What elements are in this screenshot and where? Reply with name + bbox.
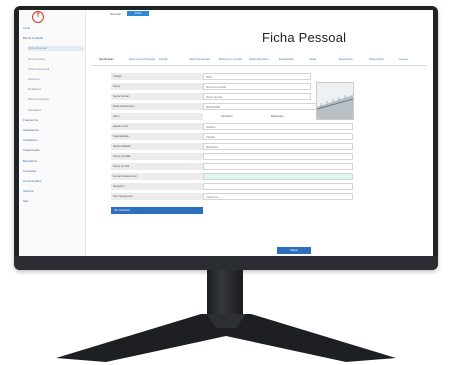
sidebar-item[interactable]: Documentos xyxy=(28,57,45,62)
form-row: Estado Civil Solteiro xyxy=(111,123,353,130)
user-name[interactable]: Servidor xyxy=(110,12,121,16)
app-logo[interactable]: T xyxy=(32,11,44,23)
tab-item[interactable]: Identificação xyxy=(99,58,114,61)
monitor-scene: T Início Minha Unidade Ficha Pessoal Docume… xyxy=(0,0,452,365)
sidebar-item[interactable]: Ficha Funcional xyxy=(28,67,49,72)
field-input[interactable] xyxy=(203,153,353,160)
sidebar: T Início Minha Unidade Ficha Pessoal Docume… xyxy=(19,10,86,256)
sidebar-item[interactable]: Avaliações xyxy=(23,138,37,143)
tab-item[interactable]: Saúde xyxy=(309,58,317,61)
field-label: Data Nascimento xyxy=(111,103,203,110)
field-input[interactable] xyxy=(203,173,353,180)
field-label: Código xyxy=(111,73,203,80)
tab-item[interactable]: Endereço e Contato xyxy=(219,58,242,61)
field-label: Naturalidade xyxy=(111,133,203,140)
tab-item[interactable]: Família xyxy=(159,58,168,61)
tab-item[interactable]: Documentos Pessoais xyxy=(129,58,155,61)
sidebar-item[interactable]: Frequência xyxy=(23,118,38,123)
field-input[interactable]: Nome Completo xyxy=(203,83,311,90)
tab-item[interactable]: Escolaridade xyxy=(279,58,294,61)
sidebar-item[interactable]: Comunicados xyxy=(23,179,41,184)
radio-masculino[interactable]: Masculino xyxy=(271,114,284,118)
field-label: Nacionalidade xyxy=(111,143,203,150)
sidebar-item[interactable]: Início xyxy=(23,26,30,31)
field-label: Sexo xyxy=(111,113,203,120)
form-row: E-mail Institucional xyxy=(111,173,353,180)
field-input[interactable]: 0001 xyxy=(203,73,311,80)
sidebar-item[interactable]: Histórico xyxy=(28,77,40,82)
tab-item[interactable]: Experiência xyxy=(339,58,353,61)
screen: T Início Minha Unidade Ficha Pessoal Docume… xyxy=(19,10,433,256)
save-button[interactable]: Salvar xyxy=(277,247,311,254)
field-input[interactable]: Nome Social xyxy=(203,93,311,100)
field-label: Nome do Pai xyxy=(111,163,203,170)
sidebar-item[interactable]: Minha Unidade xyxy=(23,36,43,41)
sidebar-item[interactable]: Capacitação xyxy=(23,148,40,153)
monitor-chin xyxy=(14,256,438,270)
field-input[interactable] xyxy=(203,183,353,190)
field-label: Estado Civil xyxy=(111,123,203,130)
top-bar: Servidor Perfil xyxy=(85,10,433,18)
form-row: Nome Nome Completo xyxy=(111,83,311,90)
sidebar-item[interactable]: Benefícios xyxy=(23,159,37,164)
field-label: Nome xyxy=(111,83,203,90)
form-row: Código 0001 xyxy=(111,73,311,80)
form-row: Nome Social Nome Social xyxy=(111,93,311,100)
tab-item[interactable]: Observações xyxy=(369,58,384,61)
tab-item[interactable]: Dados Bancários xyxy=(249,58,269,61)
field-label: Nome da Mãe xyxy=(111,153,203,160)
tab-bar: Identificação Documentos Pessoais Família D… xyxy=(91,56,427,66)
form-row: Nacionalidade Brasileira xyxy=(111,143,353,150)
field-label: E-mail Institucional xyxy=(111,173,203,180)
tab-item[interactable]: Anexos xyxy=(399,58,408,61)
field-input[interactable]: Brasileira xyxy=(203,143,353,150)
form-row: Raça/Cor xyxy=(111,183,353,190)
field-label: Raça/Cor xyxy=(111,183,203,190)
field-label: Tipo Sanguíneo xyxy=(111,193,203,200)
photo-image xyxy=(317,83,353,119)
form-row: Nome da Mãe xyxy=(111,153,353,160)
radio-feminino[interactable]: Feminino xyxy=(221,114,233,118)
profile-photo[interactable] xyxy=(316,82,354,120)
sidebar-item[interactable]: Atestados xyxy=(28,108,41,113)
sidebar-item[interactable]: Ficha Pessoal xyxy=(28,46,84,52)
sidebar-item[interactable]: Sair xyxy=(23,199,28,204)
field-input[interactable] xyxy=(203,163,353,170)
page-title: Ficha Pessoal xyxy=(262,30,347,45)
tab-item[interactable]: Dados Funcionais xyxy=(189,58,210,61)
form-row: Nome do Pai xyxy=(111,163,353,170)
sidebar-item[interactable]: Consultas xyxy=(23,169,36,174)
form-row: Naturalidade Cidade xyxy=(111,133,353,140)
monitor-base xyxy=(56,314,396,362)
field-input[interactable]: Selecione xyxy=(203,193,353,200)
sidebar-item[interactable]: Suporte xyxy=(23,189,34,194)
form-row: Tipo Sanguíneo Selecione xyxy=(111,193,353,200)
sidebar-item[interactable]: Movimentações xyxy=(28,97,49,102)
sidebar-item[interactable]: Relatórios xyxy=(28,87,42,92)
field-input[interactable]: Solteiro xyxy=(203,123,353,130)
field-input[interactable]: Cidade xyxy=(203,133,353,140)
sidebar-item[interactable]: Solicitações xyxy=(23,128,39,133)
field-label: Nome Social xyxy=(111,93,203,100)
profile-badge[interactable]: Perfil xyxy=(127,11,149,16)
history-button[interactable]: Ver Histórico xyxy=(111,207,203,214)
